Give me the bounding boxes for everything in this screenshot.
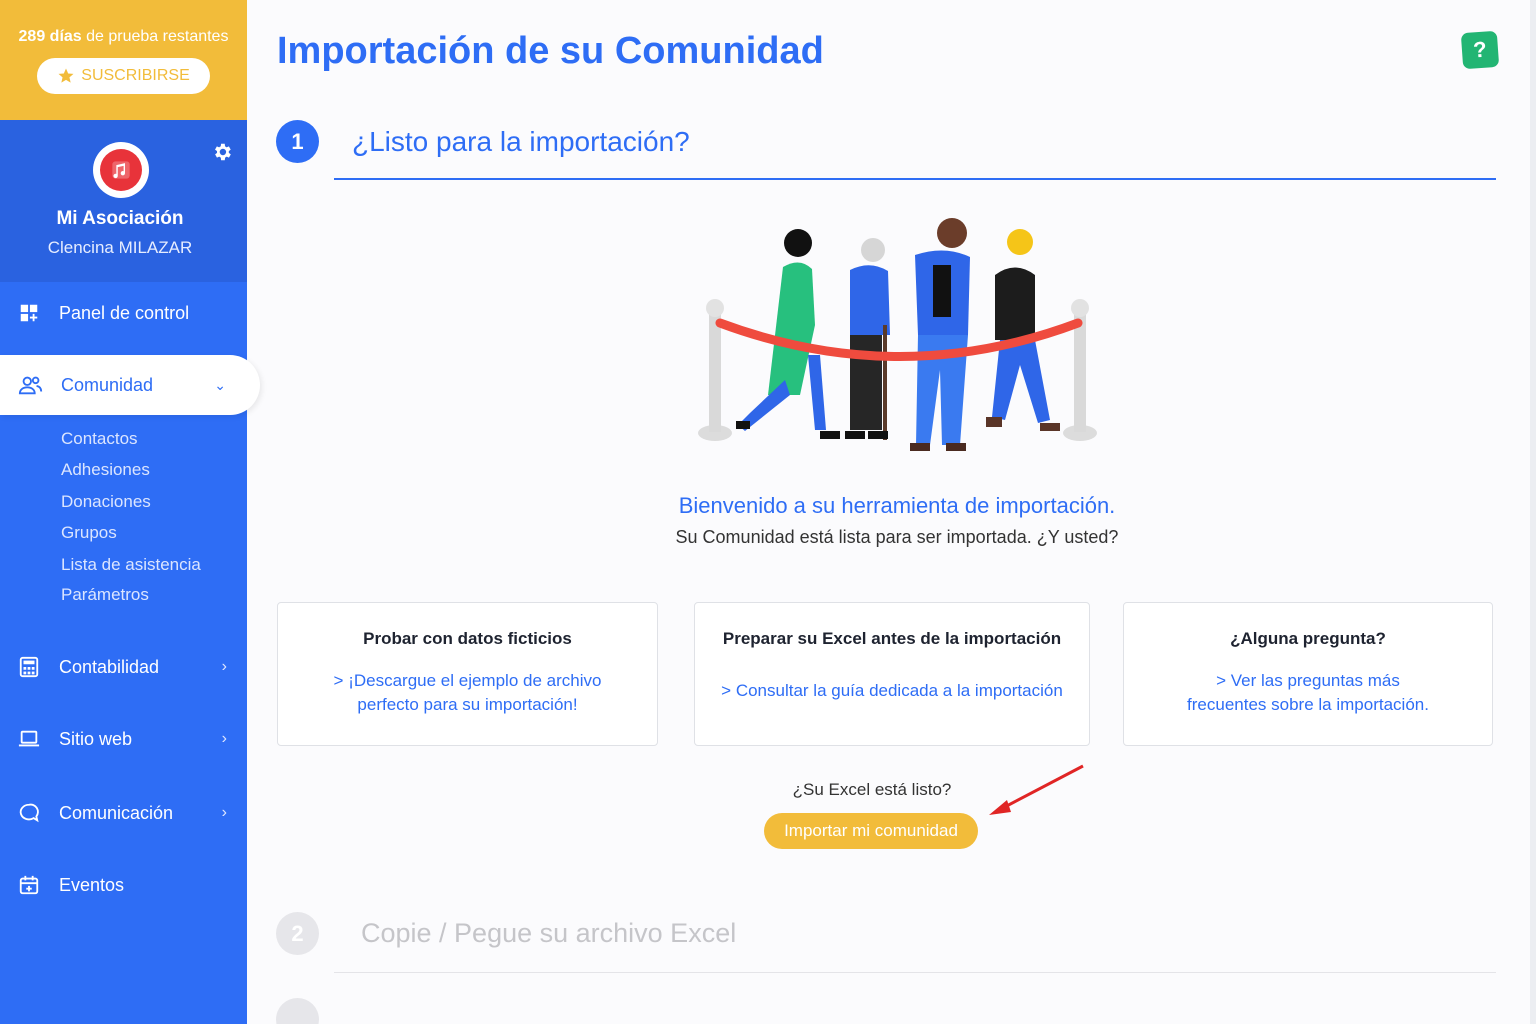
org-user: Clencina MILAZAR [47,238,193,257]
card-link-line: > Ver las preguntas más [1216,671,1400,690]
nav-website[interactable]: Sitio web › [0,711,247,767]
card-link-line: > ¡Descargue el ejemplo de archivo [333,671,602,690]
queue-illustration [698,218,1097,451]
chevron-right-icon: › [221,658,227,675]
calculator-icon [19,656,39,678]
nav-communication-label: Comunicación [59,802,174,823]
nav-dashboard[interactable]: Panel de control [0,285,247,341]
star-icon [58,68,74,83]
card-fictitious-data: Probar con datos ficticios > ¡Descargue … [277,602,658,746]
people-icon [18,376,43,395]
card-prepare-excel: Preparar su Excel antes de la importació… [694,602,1090,746]
gear-icon[interactable] [211,141,233,163]
red-arrow-annotation [989,764,1084,815]
import-community-button[interactable]: Importar mi comunidad [764,813,978,849]
chevron-right-icon: › [221,804,227,821]
nav-sub-parameters[interactable]: Parámetros [61,585,149,605]
page-title: Importación de su Comunidad [277,30,824,72]
trial-label: de prueba restantes [81,28,229,45]
step-2-divider [334,972,1496,973]
subscribe-label: SUSCRIBIRSE [81,67,190,84]
trial-days: 289 días [18,28,82,45]
welcome-subtitle: Su Comunidad está lista para ser importa… [675,527,1119,547]
dashboard-icon [20,304,38,322]
nav-dashboard-label: Panel de control [59,302,190,323]
trial-text: 289 días de prueba restantes [0,28,247,46]
download-example-link[interactable]: > ¡Descargue el ejemplo de archivo perfe… [278,669,657,717]
card-link-line: perfecto para su importación! [357,695,578,714]
nav-communication[interactable]: Comunicación › [0,785,247,841]
card-title: Probar con datos ficticios [363,629,572,648]
nav-accounting[interactable]: Contabilidad › [0,639,247,695]
step-1-badge: 1 [276,120,319,163]
nav-events[interactable]: Eventos [0,857,247,913]
card-link-line: frecuentes sobre la importación. [1187,695,1429,714]
excel-ready-question: ¿Su Excel está listo? [792,780,952,799]
step-2-title: Copie / Pegue su archivo Excel [361,918,737,948]
step-2-badge: 2 [276,912,319,955]
nav-sub-attendance[interactable]: Lista de asistencia [61,555,201,575]
trial-banner: 289 días de prueba restantes SUSCRIBIRSE [0,0,247,120]
org-logo[interactable] [93,142,149,198]
nav-community-label: Comunidad [61,374,154,395]
scrollbar[interactable] [1530,0,1536,1024]
calendar-icon [19,875,39,895]
laptop-icon [18,730,40,747]
nav-sub-memberships[interactable]: Adhesiones [61,460,150,480]
music-note-icon [112,161,130,179]
step-3-badge [276,998,319,1024]
step-1-title: ¿Listo para la importación? [352,126,690,157]
nav-sub-contacts[interactable]: Contactos [61,429,138,449]
nav-sub-donations[interactable]: Donaciones [61,492,151,512]
nav-community[interactable]: Comunidad ⌄ [0,355,260,415]
nav-events-label: Eventos [59,874,125,895]
nav-sub-groups[interactable]: Grupos [61,523,117,543]
org-name: Mi Asociación [56,208,184,229]
chevron-right-icon: › [221,730,227,747]
import-guide-link[interactable]: > Consultar la guía dedicada a la import… [695,679,1089,703]
help-button[interactable]: ? [1460,30,1500,70]
faq-link[interactable]: > Ver las preguntas más frecuentes sobre… [1124,669,1492,717]
welcome-title: Bienvenido a su herramienta de importaci… [678,493,1116,518]
card-title: ¿Alguna pregunta? [1230,629,1386,648]
chevron-down-icon: ⌄ [214,376,226,393]
card-link-line: > Consultar la guía dedicada a la import… [721,681,1063,700]
org-header: Mi Asociación Clencina MILAZAR [0,120,247,282]
step-1-divider [334,178,1496,180]
nav-accounting-label: Contabilidad [59,656,160,677]
card-questions: ¿Alguna pregunta? > Ver las preguntas má… [1123,602,1493,746]
card-title: Preparar su Excel antes de la importació… [722,629,1062,648]
chat-bubble-icon [19,803,39,823]
sidebar: 289 días de prueba restantes SUSCRIBIRSE… [0,0,260,1024]
nav-website-label: Sitio web [59,728,133,749]
subscribe-button[interactable]: SUSCRIBIRSE [37,58,210,94]
